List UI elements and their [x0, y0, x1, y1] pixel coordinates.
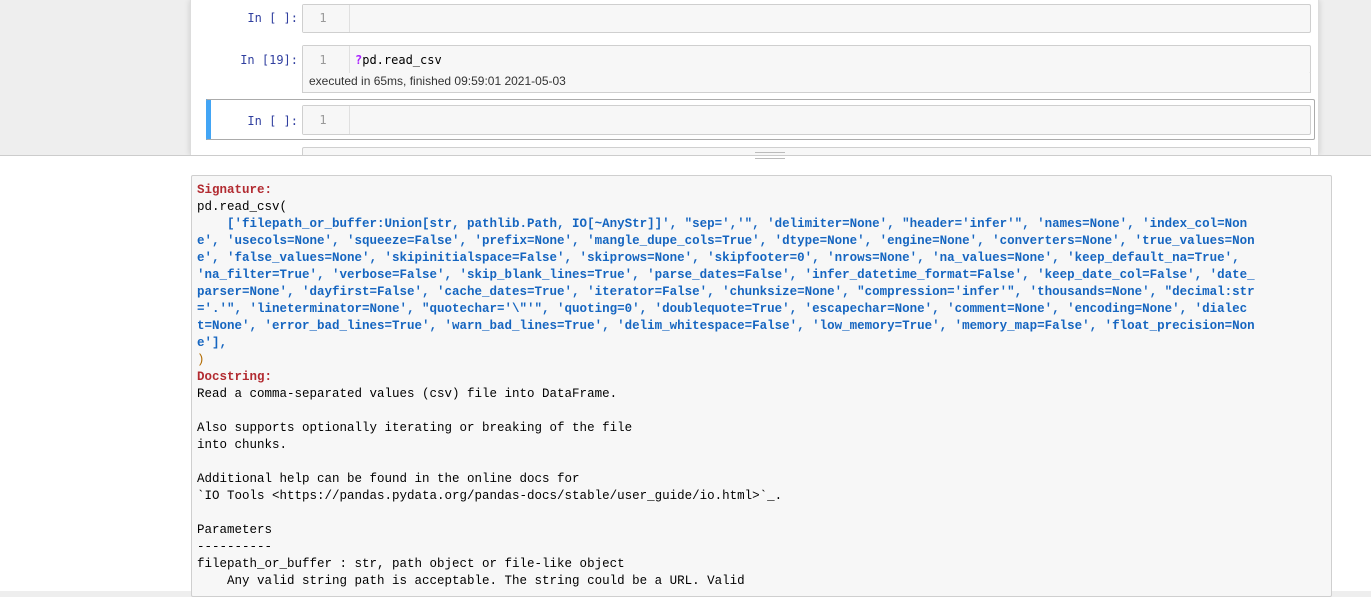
pager-text: Signature: pd.read_csv( ['filepath_or_bu… — [192, 176, 1331, 596]
input-prompt: In [19]: — [240, 53, 298, 67]
line-number: 1 — [319, 113, 327, 127]
execution-time-info: executed in 65ms, finished 09:59:01 2021… — [302, 73, 1311, 93]
pager-resize-handle[interactable] — [755, 152, 785, 159]
signature-close: ) — [197, 353, 205, 367]
notebook-container: In [ ]: 1 In [19]: 1 ?pd.read_csv execut… — [190, 0, 1319, 155]
input-prompt: In [ ]: — [247, 11, 298, 25]
signature-args: ['filepath_or_buffer:Union[str, pathlib.… — [197, 217, 1255, 350]
code-input[interactable]: 1 — [302, 105, 1311, 135]
line-number: 1 — [319, 53, 327, 67]
code-text[interactable]: ?pd.read_csv — [355, 53, 442, 67]
code-input[interactable]: 1 ?pd.read_csv — [302, 45, 1311, 74]
docstring-body: Read a comma-separated values (csv) file… — [197, 387, 783, 588]
next-cell-partial[interactable] — [302, 147, 1311, 155]
input-prompt: In [ ]: — [247, 114, 298, 128]
help-pager-panel[interactable]: Signature: pd.read_csv( ['filepath_or_bu… — [0, 152, 1371, 597]
code-cell-read-csv[interactable]: In [19]: 1 ?pd.read_csv executed in 65ms… — [191, 45, 1318, 93]
code-input[interactable]: 1 — [302, 4, 1311, 33]
signature-header: Signature: — [197, 183, 273, 197]
signature-call: pd.read_csv( — [197, 200, 288, 214]
pager-content[interactable]: Signature: pd.read_csv( ['filepath_or_bu… — [191, 175, 1332, 597]
docstring-header: Docstring: — [197, 370, 273, 384]
code-cell-empty-1[interactable]: In [ ]: 1 — [191, 4, 1318, 33]
line-number: 1 — [319, 11, 327, 25]
code-expression: pd.read_csv — [362, 53, 442, 67]
code-cell-empty-selected[interactable]: In [ ]: 1 — [191, 105, 1318, 135]
